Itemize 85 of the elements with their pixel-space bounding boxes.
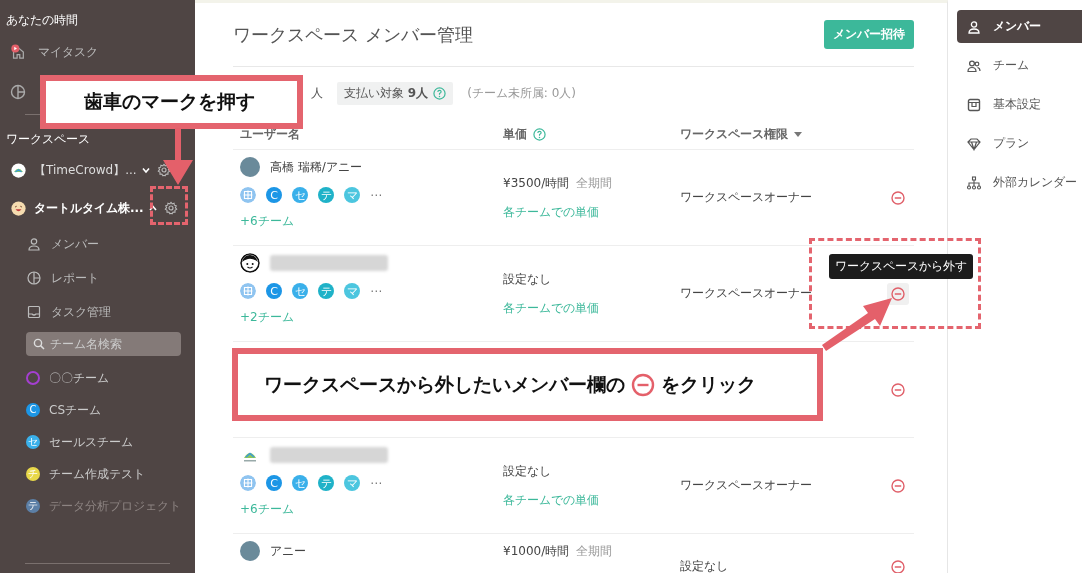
caret-down-icon[interactable] — [140, 165, 151, 175]
unassigned-count: (チーム未所属: 0人) — [467, 84, 577, 102]
column-header[interactable]: ワークスペース権限 — [680, 125, 788, 143]
callout-text: ワークスペースから外したいメンバー欄の — [264, 371, 625, 397]
more-teams-icon[interactable]: ⋯ — [370, 188, 382, 202]
rate-period: 全期間 — [576, 174, 613, 192]
team-item[interactable]: C CSチーム — [6, 394, 191, 426]
people-icon — [967, 58, 981, 73]
remove-icon[interactable] — [886, 282, 909, 305]
callout-text: をクリック — [661, 371, 756, 397]
inbox-icon — [27, 305, 41, 319]
rate-value: 設定なし — [503, 270, 551, 288]
team-dot: チ — [26, 467, 40, 481]
role-value[interactable]: ワークスペースオーナー — [680, 285, 812, 302]
section-label: ワークスペース — [6, 131, 91, 148]
team-icon: マ — [344, 283, 360, 299]
section-label: あなたの時間 — [6, 12, 79, 29]
remove-icon — [631, 372, 655, 397]
smiley-icon — [11, 200, 26, 216]
team-icon: C — [266, 283, 282, 299]
settings-tab[interactable]: メンバー — [957, 10, 1082, 43]
member-count: 人 — [311, 84, 323, 102]
team-icon: C — [266, 475, 282, 491]
role-value[interactable]: ワークスペースオーナー — [680, 477, 812, 494]
team-icon: C — [266, 187, 282, 203]
avatar-placeholder — [240, 541, 260, 561]
role-value[interactable]: 設定なし — [680, 558, 728, 573]
person-icon — [967, 19, 981, 34]
page-title: ワークスペース メンバー管理 — [233, 22, 473, 47]
sidebar-item[interactable]: マイタスク — [6, 32, 191, 72]
team-icon: マ — [344, 475, 360, 491]
more-teams-icon[interactable]: ⋯ — [370, 476, 382, 490]
team-icon: マ — [344, 187, 360, 203]
role-value[interactable]: ワークスペースオーナー — [680, 189, 812, 206]
nav-item[interactable]: タスク管理 — [6, 295, 191, 329]
team-icon: テ — [318, 475, 334, 491]
diamond-icon — [967, 136, 981, 151]
hierarchy-icon — [967, 175, 981, 190]
team-dot: セ — [26, 435, 40, 449]
team-icon: テ — [318, 187, 334, 203]
help-icon[interactable] — [533, 127, 546, 141]
user-name: 高橋 瑞稀/アニー — [270, 158, 362, 176]
rate-value: ¥3500/時間 — [503, 174, 570, 192]
caret-down-icon[interactable] — [794, 131, 802, 137]
search-field[interactable]: チーム名検索 — [26, 332, 181, 356]
workspace-name[interactable]: 【TimeCrowd】... — [34, 161, 137, 179]
settings-icon[interactable] — [156, 163, 171, 177]
rate-value: 設定なし — [503, 462, 551, 480]
settings-tab[interactable]: 基本設定 — [957, 88, 1082, 121]
help-icon[interactable] — [433, 86, 447, 100]
more-teams-icon[interactable]: ⋯ — [370, 284, 382, 298]
settings-tab[interactable]: 外部カレンダー — [957, 166, 1082, 199]
pie-chart-icon — [27, 271, 41, 285]
column-header: 単価 — [503, 125, 527, 143]
team-dot: テ — [26, 499, 40, 513]
box-icon — [967, 97, 981, 112]
rate-value: ¥1000/時間 — [503, 543, 570, 560]
workspace-name[interactable]: タートルタイム株... — [34, 199, 144, 217]
team-icon: テ — [318, 283, 334, 299]
workspace-logo-icon — [11, 162, 26, 178]
highlight-frame — [150, 186, 188, 225]
nav-item[interactable]: レポート — [6, 261, 191, 295]
settings-icon[interactable] — [163, 201, 178, 215]
rate-period: 全期間 — [576, 543, 613, 560]
face-avatar-icon — [240, 253, 260, 273]
team-icon: セ — [292, 283, 308, 299]
billing-count: 支払い対象 9人 — [344, 84, 429, 102]
settings-tab[interactable]: プラン — [957, 127, 1082, 160]
team-dot: C — [26, 403, 40, 417]
avatar-placeholder — [240, 157, 260, 177]
settings-tab[interactable]: チーム — [957, 49, 1082, 82]
team-item[interactable]: セ セールスチーム — [6, 426, 191, 458]
user-name: アニー — [270, 542, 306, 560]
team-item[interactable]: チ チーム作成テスト — [6, 458, 191, 490]
team-item[interactable]: 〇〇チーム — [6, 362, 191, 394]
pie-chart-icon[interactable] — [10, 84, 26, 100]
team-icon: セ — [292, 187, 308, 203]
person-icon — [27, 237, 41, 251]
nav-item[interactable]: メンバー — [6, 227, 191, 261]
team-icon: セ — [292, 475, 308, 491]
tooltip: ワークスペースから外す — [829, 254, 973, 279]
home-icon — [10, 44, 26, 60]
caret-up-icon[interactable] — [147, 203, 158, 213]
callout-text: 歯車のマークを押す — [84, 89, 255, 114]
column-header: ユーザー名 — [240, 125, 300, 143]
